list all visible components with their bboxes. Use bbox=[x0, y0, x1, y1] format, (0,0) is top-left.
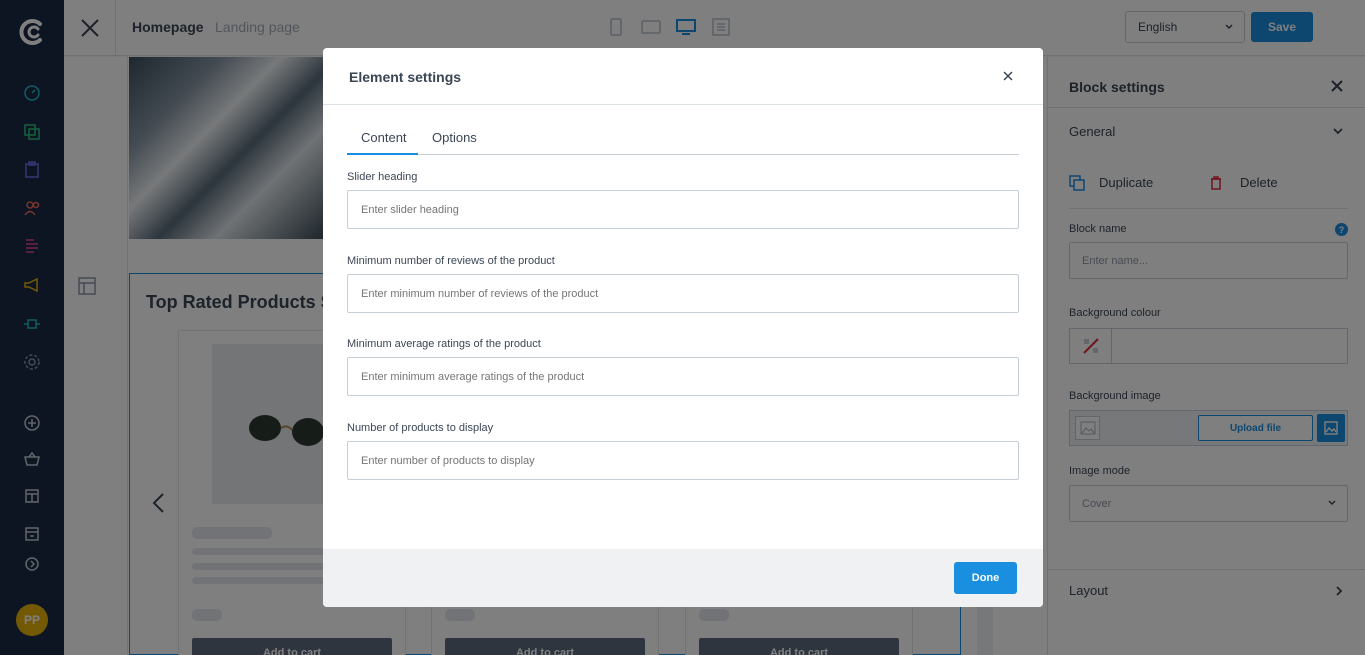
min-reviews-input[interactable] bbox=[347, 274, 1019, 313]
modal-title: Element settings bbox=[349, 69, 462, 85]
element-settings-modal: Element settings Content Options Slider … bbox=[323, 48, 1043, 607]
products-count-input[interactable] bbox=[347, 441, 1019, 480]
slider-heading-input[interactable] bbox=[347, 190, 1019, 229]
min-ratings-label: Minimum average ratings of the product bbox=[347, 338, 541, 350]
close-icon[interactable] bbox=[1002, 70, 1014, 82]
slider-heading-label: Slider heading bbox=[347, 171, 418, 183]
min-reviews-label: Minimum number of reviews of the product bbox=[347, 255, 555, 267]
products-count-label: Number of products to display bbox=[347, 422, 494, 434]
active-tab-indicator bbox=[347, 153, 418, 155]
min-ratings-input[interactable] bbox=[347, 357, 1019, 396]
tab-options[interactable]: Options bbox=[432, 130, 477, 145]
modal-tabs: Content Options bbox=[347, 128, 1019, 155]
done-button[interactable]: Done bbox=[954, 562, 1017, 594]
tab-content[interactable]: Content bbox=[361, 130, 407, 145]
modal-footer: Done bbox=[323, 549, 1043, 607]
divider bbox=[323, 104, 1043, 105]
